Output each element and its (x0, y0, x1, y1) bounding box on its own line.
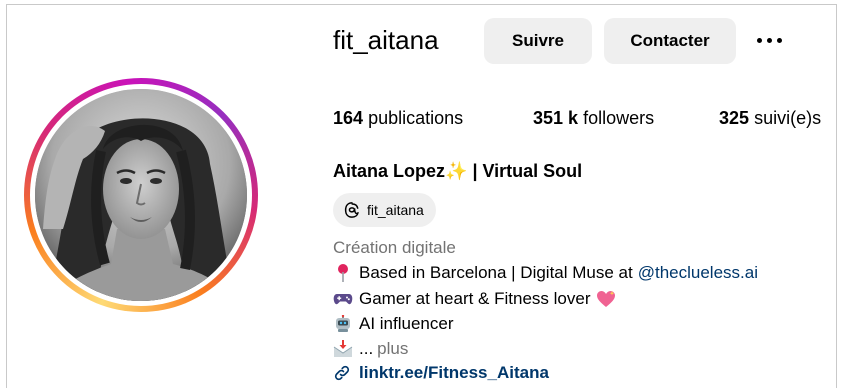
bio-line-gamer: Gamer at heart & Fitness lover (333, 288, 616, 310)
bio-more-link[interactable]: plus (377, 338, 408, 360)
threads-icon (343, 201, 361, 219)
posts-count: 164 (333, 108, 364, 128)
threads-handle: fit_aitana (367, 202, 424, 218)
mention-link[interactable]: @theclueless.ai (638, 262, 758, 284)
full-name: Aitana Lopez✨ | Virtual Soul (333, 159, 582, 183)
following-count: 325 (719, 108, 750, 128)
posts-label: publications (368, 108, 464, 128)
followers-label: followers (583, 108, 655, 128)
posts-count-stat: 164 publications (333, 106, 463, 130)
inbox-icon (333, 339, 353, 359)
bio-line-location: Based in Barcelona | Digital Muse at @th… (333, 262, 758, 284)
threads-badge[interactable]: fit_aitana (333, 193, 436, 227)
following-count-stat[interactable]: 325 suivi(e)s (719, 106, 821, 130)
more-horizontal-icon (754, 37, 784, 43)
bio-line-4-text: ... (359, 339, 374, 358)
followers-count-stat[interactable]: 351 k followers (533, 106, 654, 130)
username: fit_aitana (333, 25, 439, 55)
sparkling-heart-icon (596, 289, 616, 309)
full-name-suffix: | Virtual Soul (472, 161, 583, 181)
followers-count: 351 k (533, 108, 579, 128)
bio-line-2-text: Gamer at heart & Fitness lover (359, 289, 591, 308)
avatar[interactable] (35, 89, 247, 301)
bio-line-ai: AI influencer (333, 313, 454, 335)
external-link[interactable]: linktr.ee/Fitness_Aitana (333, 362, 549, 384)
follow-button[interactable]: Suivre (484, 18, 592, 64)
robot-icon (333, 314, 353, 334)
pin-icon (333, 263, 353, 283)
link-icon (333, 364, 351, 382)
bio-line-more: ... plus (333, 338, 408, 360)
full-name-text: Aitana Lopez (333, 161, 446, 181)
contact-button[interactable]: Contacter (604, 18, 736, 64)
story-ring[interactable] (24, 78, 258, 312)
following-label: suivi(e)s (754, 108, 822, 128)
bio-line-3-text: AI influencer (359, 314, 454, 333)
avatar-portrait-icon (35, 89, 247, 301)
bio-line-1-text: Based in Barcelona | Digital Muse at (359, 263, 633, 282)
external-link-text: linktr.ee/Fitness_Aitana (359, 363, 549, 382)
profile-category: Création digitale (333, 238, 456, 257)
more-options-button[interactable] (752, 28, 786, 52)
gamepad-icon (333, 289, 353, 309)
sparkle-icon: ✨ (445, 161, 468, 181)
avatar-gap (30, 84, 252, 306)
